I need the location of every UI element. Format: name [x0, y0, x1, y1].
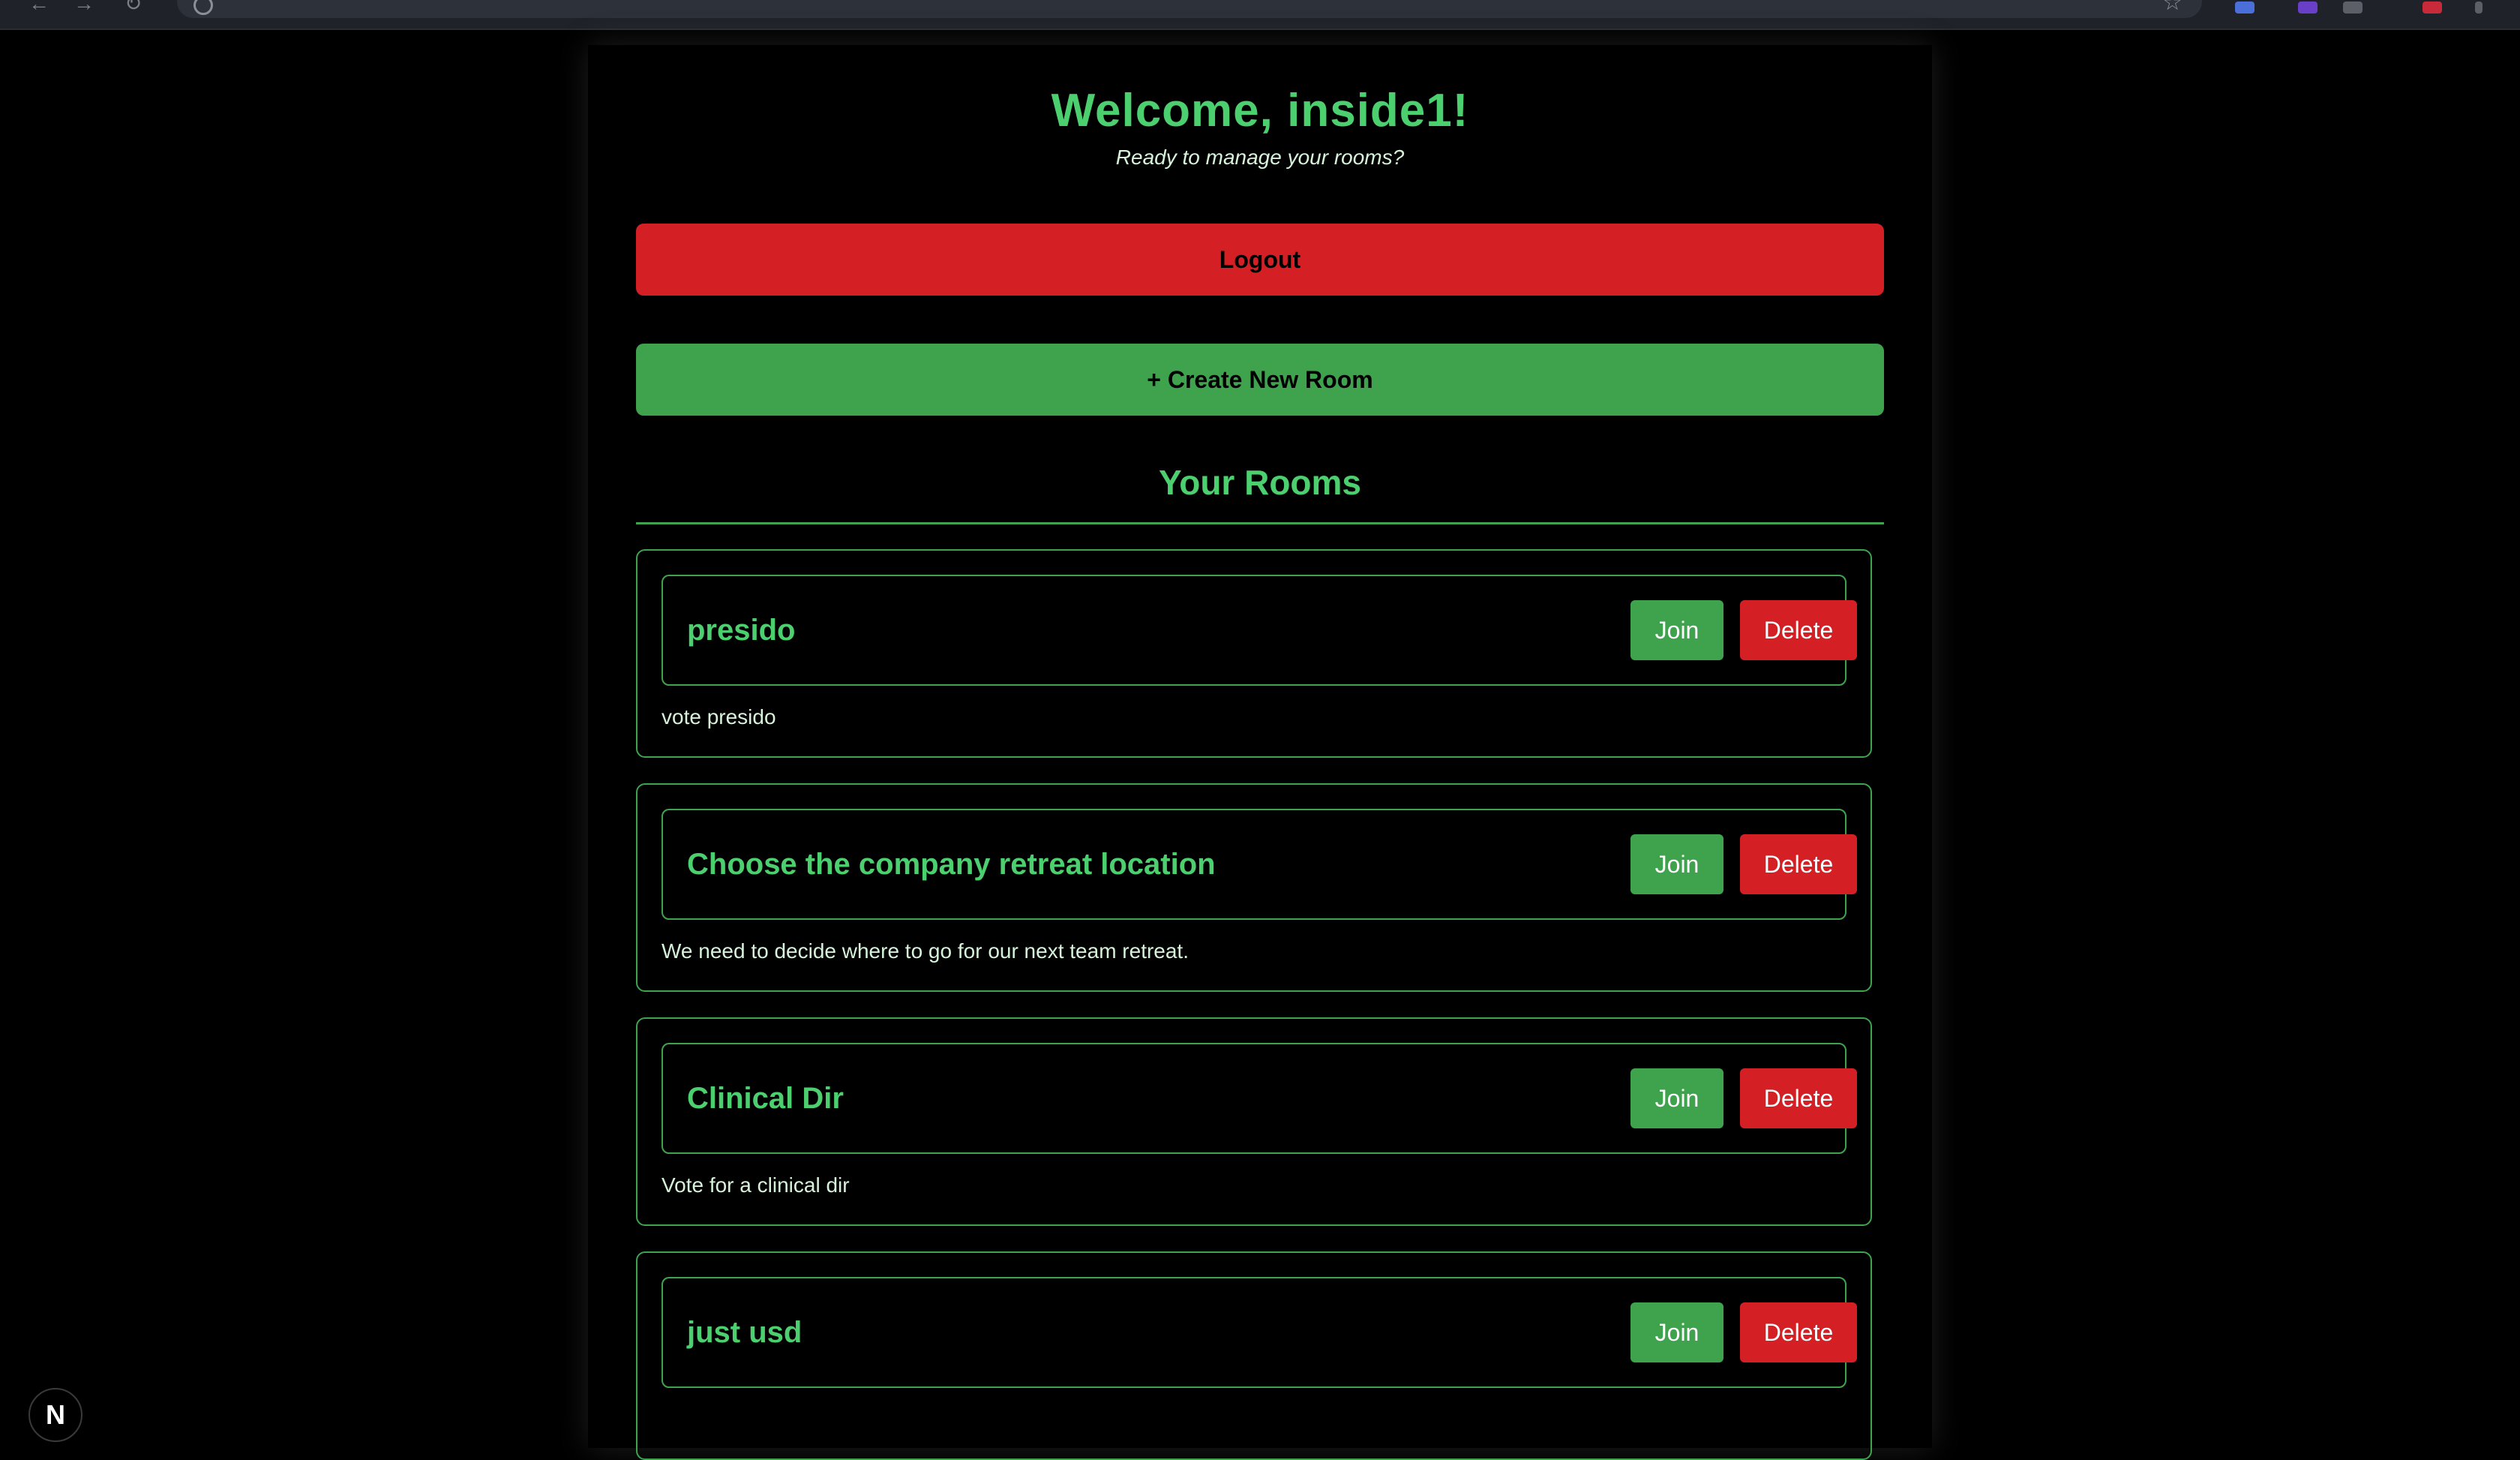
join-button[interactable]: Join	[1630, 834, 1724, 894]
room-description: Vote for a clinical dir	[662, 1173, 850, 1197]
back-arrow-icon[interactable]: ←	[28, 0, 50, 15]
more-menu-icon[interactable]	[2475, 2, 2482, 14]
dashboard-page: Welcome, inside1! Ready to manage your r…	[588, 45, 1932, 1460]
extension-icon[interactable]	[2235, 2, 2254, 14]
page-subtitle: Ready to manage your rooms?	[1115, 146, 1405, 169]
logout-button[interactable]: Logout	[636, 224, 1884, 296]
join-button[interactable]: Join	[1630, 1068, 1724, 1128]
join-button[interactable]: Join	[1630, 1302, 1724, 1362]
site-info-icon[interactable]	[194, 0, 213, 15]
browser-toolbar: ← → ↻ ☆	[0, 0, 2520, 30]
room-name: Clinical Dir	[687, 1082, 844, 1115]
delete-button[interactable]: Delete	[1740, 834, 1857, 894]
create-room-button[interactable]: + Create New Room	[636, 344, 1884, 416]
room-card: Clinical Dir Join Delete Vote for a clin…	[636, 1017, 1872, 1226]
reload-icon[interactable]: ↻	[124, 0, 142, 15]
room-card: Choose the company retreat location Join…	[636, 783, 1872, 992]
room-header: Choose the company retreat location Join…	[662, 809, 1857, 920]
room-header: just usd Join Delete	[662, 1277, 1857, 1388]
room-card: just usd Join Delete	[636, 1251, 1872, 1460]
star-icon[interactable]: ☆	[2162, 0, 2182, 16]
delete-button[interactable]: Delete	[1740, 1068, 1857, 1128]
extension-icon[interactable]	[2343, 2, 2362, 14]
forward-arrow-icon[interactable]: →	[74, 0, 94, 15]
room-card: presido Join Delete vote presido	[636, 549, 1872, 758]
address-bar[interactable]: ☆	[177, 0, 2202, 18]
room-description: vote presido	[662, 705, 776, 728]
rooms-heading: Your Rooms	[1158, 463, 1362, 502]
delete-button[interactable]: Delete	[1740, 1302, 1857, 1362]
room-name: presido	[687, 614, 796, 647]
rooms-list[interactable]: presido Join Delete vote presido Choose …	[636, 549, 1884, 1460]
room-header: Clinical Dir Join Delete	[662, 1043, 1857, 1154]
rooms-divider	[636, 522, 1884, 524]
room-name: just usd	[687, 1316, 802, 1349]
room-description: We need to decide where to go for our ne…	[662, 939, 1189, 963]
nextjs-logo-icon[interactable]: N	[28, 1388, 82, 1442]
room-header: presido Join Delete	[662, 575, 1857, 686]
join-button[interactable]: Join	[1630, 600, 1724, 660]
delete-button[interactable]: Delete	[1740, 600, 1857, 660]
extension-icon[interactable]	[2298, 2, 2318, 14]
room-name: Choose the company retreat location	[687, 848, 1216, 881]
page-title: Welcome, inside1!	[1051, 85, 1469, 137]
extension-icon[interactable]	[2422, 2, 2442, 14]
